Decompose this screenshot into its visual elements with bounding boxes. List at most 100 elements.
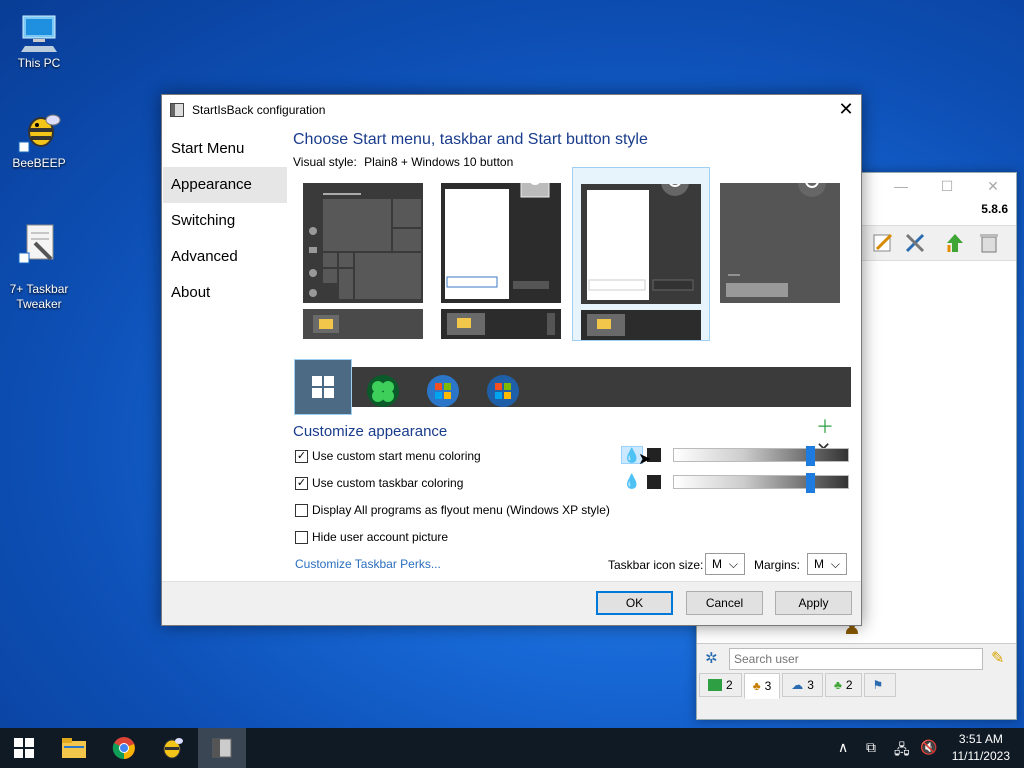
maximize-icon[interactable]: ☐: [924, 178, 970, 195]
checkbox[interactable]: ✓: [295, 449, 308, 463]
taskbar-beebeep[interactable]: [148, 728, 196, 768]
start-button-vista-orb[interactable]: [474, 367, 532, 415]
startisback-icon: [212, 738, 232, 758]
startisback-config-dialog[interactable]: StartIsBack configuration ✕ Start Menu A…: [161, 94, 862, 626]
checkbox[interactable]: ✓: [295, 476, 308, 490]
slider-thumb[interactable]: [806, 473, 815, 493]
chrome-icon: [112, 737, 135, 760]
tab-groups[interactable]: ♣ 2: [824, 673, 862, 697]
taskbar-startisback[interactable]: [198, 728, 246, 768]
taskbar-chrome[interactable]: [100, 728, 148, 768]
desktop-icon-label: BeeBEEP: [12, 156, 66, 170]
sidebar-item-about[interactable]: About: [163, 275, 287, 311]
dialog-titlebar: StartIsBack configuration ✕: [162, 95, 861, 125]
chevron-up-icon[interactable]: ∧: [838, 739, 848, 756]
windows7-orb-icon: [427, 375, 459, 407]
start-menu-transparency-slider[interactable]: [673, 446, 849, 466]
edit-icon[interactable]: [871, 231, 895, 255]
start-button-win7-orb[interactable]: [414, 367, 472, 415]
sidebar-item-advanced[interactable]: Advanced: [163, 239, 287, 275]
taskbar-transparency-slider[interactable]: [673, 473, 849, 493]
checkbox[interactable]: [295, 530, 308, 544]
style-previews: [293, 167, 851, 361]
style-preview-light[interactable]: [441, 183, 579, 355]
mouse-cursor-icon: ➤: [638, 451, 652, 468]
tweaker-icon: [18, 224, 54, 264]
margins-label: Margins:: [754, 558, 801, 572]
notification-app-icon[interactable]: ⧉: [866, 739, 876, 756]
desktop-icon-taskbar-tweaker[interactable]: 7+ Taskbar Tweaker: [1, 206, 77, 327]
folder-icon: [62, 738, 86, 758]
search-user-input[interactable]: [729, 648, 983, 670]
ok-button[interactable]: OK: [596, 591, 673, 615]
start-button-clover[interactable]: [354, 367, 412, 415]
sidebar-item-start-menu[interactable]: Start Menu: [163, 131, 287, 167]
settings-icon[interactable]: ✲: [705, 649, 718, 667]
sidebar-nav: Start Menu Appearance Switching Advanced…: [163, 131, 287, 311]
minimize-icon[interactable]: —: [878, 178, 924, 194]
clock[interactable]: 3:51 AM 11/11/2023: [952, 731, 1010, 765]
add-icon[interactable]: ＋: [816, 417, 834, 437]
start-button[interactable]: [0, 728, 48, 768]
computer-icon: [21, 15, 57, 52]
tab-users[interactable]: ♣ 3: [743, 673, 781, 699]
vista-orb-icon: [487, 375, 519, 407]
taskbar-file-explorer[interactable]: [50, 728, 98, 768]
version-label: 5.8.6: [981, 202, 1008, 216]
customize-taskbar-perks-link[interactable]: Customize Taskbar Perks...: [295, 557, 441, 571]
style-preview-tiles[interactable]: [303, 183, 441, 355]
tab-chat[interactable]: 2: [699, 673, 742, 697]
tools-icon[interactable]: [903, 231, 927, 255]
desktop-icon-beebeep[interactable]: BeeBEEP: [1, 110, 77, 170]
start-menu-color-row: 💧: [621, 446, 849, 466]
desktop-icon-this-pc[interactable]: This PC: [1, 10, 77, 70]
trash-icon[interactable]: [977, 231, 1001, 255]
checkbox[interactable]: [295, 503, 308, 517]
sidebar-item-appearance[interactable]: Appearance: [163, 167, 287, 203]
close-icon[interactable]: ✕: [831, 95, 861, 125]
taskbar-preview-image: [441, 309, 561, 339]
margins-select[interactable]: M ⌵: [807, 553, 847, 575]
tab-messages[interactable]: ☁ 3: [782, 673, 823, 697]
cancel-button[interactable]: Cancel: [686, 591, 763, 615]
apply-button[interactable]: Apply: [775, 591, 852, 615]
desktop-icon-label: This PC: [17, 56, 61, 70]
start-menu-preview-image: [441, 183, 561, 303]
option-custom-start-menu-coloring[interactable]: ✓ Use custom start menu coloring: [295, 449, 481, 463]
visual-style-value: Plain8 + Windows 10 button: [364, 155, 514, 169]
bee-icon: [163, 738, 183, 759]
files-icon: ⚑: [872, 678, 884, 692]
chevron-down-icon: ⌵: [728, 556, 738, 571]
clover-orb-icon: [367, 375, 399, 407]
start-menu-preview-image: [303, 183, 423, 303]
start-button-windows10[interactable]: [294, 359, 352, 415]
clock-date: 11/11/2023: [951, 749, 1010, 763]
appearance-panel: Choose Start menu, taskbar and Start but…: [293, 131, 851, 361]
transparency-drop-icon[interactable]: 💧: [621, 473, 643, 491]
taskbar: ∧ ⧉ 🖧 🔇 3:51 AM 11/11/2023: [0, 728, 1024, 768]
option-custom-taskbar-coloring[interactable]: ✓ Use custom taskbar coloring: [295, 476, 463, 490]
taskbar-color-row: 💧: [621, 473, 849, 493]
broom-icon[interactable]: ✎: [991, 648, 1004, 668]
style-preview-dark[interactable]: [720, 183, 858, 355]
taskbar-icon-size-select[interactable]: M ⌵: [705, 553, 745, 575]
taskbar-preview-image: [303, 309, 423, 339]
customize-heading: Customize appearance: [293, 423, 448, 440]
download-icon[interactable]: [943, 231, 967, 255]
volume-muted-icon[interactable]: 🔇: [920, 739, 937, 756]
sidebar-item-switching[interactable]: Switching: [163, 203, 287, 239]
style-preview-plain8[interactable]: [572, 167, 710, 341]
taskbar-icon-size-label: Taskbar icon size:: [608, 558, 704, 572]
slider-thumb[interactable]: [806, 446, 815, 466]
dialog-footer: OK Cancel Apply: [162, 581, 861, 625]
network-icon[interactable]: 🖧: [894, 739, 910, 763]
visual-style-label: Visual style:: [293, 155, 357, 169]
close-icon[interactable]: ✕: [970, 178, 1016, 195]
color-swatch[interactable]: [647, 475, 661, 489]
option-hide-user-picture[interactable]: Hide user account picture: [295, 530, 448, 544]
tab-files[interactable]: ⚑: [863, 673, 897, 697]
bee-icon: [18, 114, 61, 153]
option-flyout-all-programs[interactable]: Display All programs as flyout menu (Win…: [295, 503, 610, 517]
start-menu-preview-image: [581, 184, 701, 304]
background-window-footer: [697, 699, 1016, 719]
